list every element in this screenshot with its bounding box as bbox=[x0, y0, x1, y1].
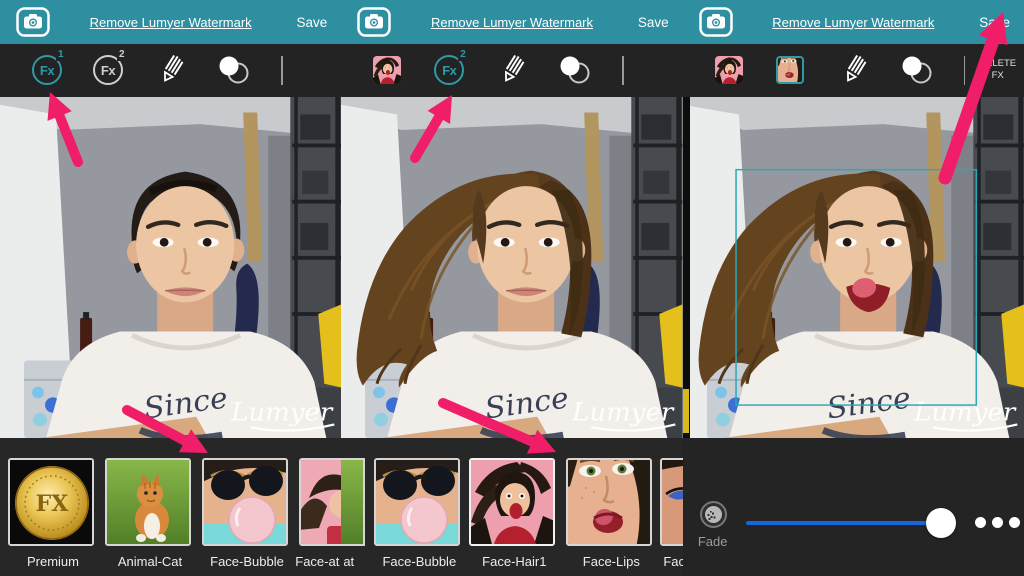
selfie-original bbox=[0, 97, 341, 438]
filter-face-at[interactable] bbox=[299, 458, 341, 546]
fade-slider-knob[interactable] bbox=[926, 508, 956, 538]
pencil-draw-icon[interactable] bbox=[158, 55, 186, 87]
fx1-label: Fx bbox=[40, 63, 54, 78]
effects-toolbar: Fx 2 bbox=[341, 44, 682, 97]
fx1-tool-button[interactable]: Fx 1 bbox=[32, 55, 62, 85]
screenshot-panel-2: Remove Lumyer Watermark Save Fx 2 bbox=[341, 0, 682, 576]
fade-adjust-panel: Fade bbox=[683, 438, 1024, 576]
filter-label-partial: at bbox=[343, 554, 354, 569]
filter-label: Face-Bubble bbox=[374, 554, 464, 569]
toolbar-divider bbox=[622, 56, 624, 85]
fx2-superscript: 2 bbox=[458, 49, 467, 61]
filter-label: Animal-Cat bbox=[105, 554, 195, 569]
filter-filmstrip-1: Premium Animal-Cat Face-Bubble Face-at bbox=[0, 438, 341, 576]
fx2-label: Fx bbox=[101, 63, 115, 78]
save-button[interactable]: Save bbox=[638, 0, 669, 44]
pencil-draw-icon[interactable] bbox=[841, 55, 869, 87]
toolbar-divider bbox=[964, 56, 966, 85]
filter-face-bubble[interactable]: Face-Bubble bbox=[374, 458, 464, 569]
effects-toolbar: Fx 1 Fx 2 bbox=[0, 44, 341, 97]
pencil-draw-icon[interactable] bbox=[499, 55, 527, 87]
more-options-dots-icon[interactable] bbox=[975, 517, 1020, 528]
filter-label: Face-Lips bbox=[566, 554, 656, 569]
blend-circles-icon[interactable] bbox=[899, 55, 935, 85]
filter-filmstrip-2: at Face-Bubble Face-Hair1 Face-Lips Fac bbox=[341, 438, 682, 576]
filter-next-partial[interactable] bbox=[660, 458, 682, 546]
photo-preview-3[interactable] bbox=[683, 97, 1024, 438]
filter-label: Face-Bubble bbox=[202, 554, 292, 569]
effects-toolbar: DELETE FX bbox=[683, 44, 1024, 97]
fade-slider-track[interactable] bbox=[746, 521, 956, 525]
toolbar-divider bbox=[281, 56, 283, 85]
filter-animal-cat-partial[interactable] bbox=[341, 458, 365, 546]
filter-face-bubble[interactable]: Face-Bubble bbox=[202, 458, 292, 569]
top-bar: Remove Lumyer Watermark Save bbox=[0, 0, 341, 44]
photo-preview-2[interactable] bbox=[341, 97, 682, 438]
filter-label-face-at: Face-at bbox=[295, 554, 339, 569]
top-bar: Remove Lumyer Watermark Save bbox=[341, 0, 682, 44]
filter-animal-cat[interactable]: Animal-Cat bbox=[105, 458, 195, 569]
blend-circles-icon[interactable] bbox=[216, 55, 252, 85]
filter-label-partial: Fac bbox=[663, 554, 682, 569]
screenshot-panel-3: Remove Lumyer Watermark Save DELETE FX bbox=[683, 0, 1024, 576]
filter-label: Premium bbox=[8, 554, 98, 569]
fx2-superscript: 2 bbox=[117, 49, 126, 61]
screenshot-panel-1: Remove Lumyer Watermark Save Fx 1 Fx 2 bbox=[0, 0, 341, 576]
applied-effect-slot1-face-hair1[interactable] bbox=[715, 56, 743, 84]
blend-circles-icon[interactable] bbox=[557, 55, 593, 85]
remove-watermark-link[interactable]: Remove Lumyer Watermark bbox=[683, 15, 1024, 30]
remove-watermark-link[interactable]: Remove Lumyer Watermark bbox=[341, 15, 682, 30]
fade-icon[interactable] bbox=[700, 501, 727, 528]
lumyer-tutorial-composite: Remove Lumyer Watermark Save Fx 1 Fx 2 bbox=[0, 0, 1024, 576]
delete-fx-button[interactable]: DELETE FX bbox=[976, 58, 1020, 82]
save-button[interactable]: Save bbox=[979, 0, 1010, 44]
photo-edge-yellow-sliver bbox=[683, 389, 689, 433]
filter-face-hair1[interactable]: Face-Hair1 bbox=[469, 458, 559, 569]
filter-label: Face-Hair1 bbox=[469, 554, 559, 569]
fx2-tool-button[interactable]: Fx 2 bbox=[434, 55, 464, 85]
fx2-label: Fx bbox=[442, 63, 456, 78]
save-button[interactable]: Save bbox=[297, 0, 328, 44]
remove-watermark-link[interactable]: Remove Lumyer Watermark bbox=[0, 15, 341, 30]
filter-face-lips[interactable]: Face-Lips bbox=[566, 458, 656, 569]
applied-effect-slot2-face-lips-selected[interactable] bbox=[776, 56, 804, 84]
photo-edge-black-strip bbox=[683, 97, 690, 438]
photo-preview-1[interactable] bbox=[0, 97, 341, 438]
fade-label: Fade bbox=[683, 534, 743, 549]
fx2-tool-button[interactable]: Fx 2 bbox=[93, 55, 123, 85]
selfie-with-hair-effect bbox=[341, 97, 682, 438]
filter-premium[interactable]: Premium bbox=[8, 458, 98, 569]
top-bar: Remove Lumyer Watermark Save bbox=[683, 0, 1024, 44]
fx1-superscript: 1 bbox=[56, 49, 65, 61]
selfie-with-hair-and-lips-effect bbox=[683, 97, 1024, 438]
applied-effect-slot1-face-hair1[interactable] bbox=[373, 56, 401, 84]
